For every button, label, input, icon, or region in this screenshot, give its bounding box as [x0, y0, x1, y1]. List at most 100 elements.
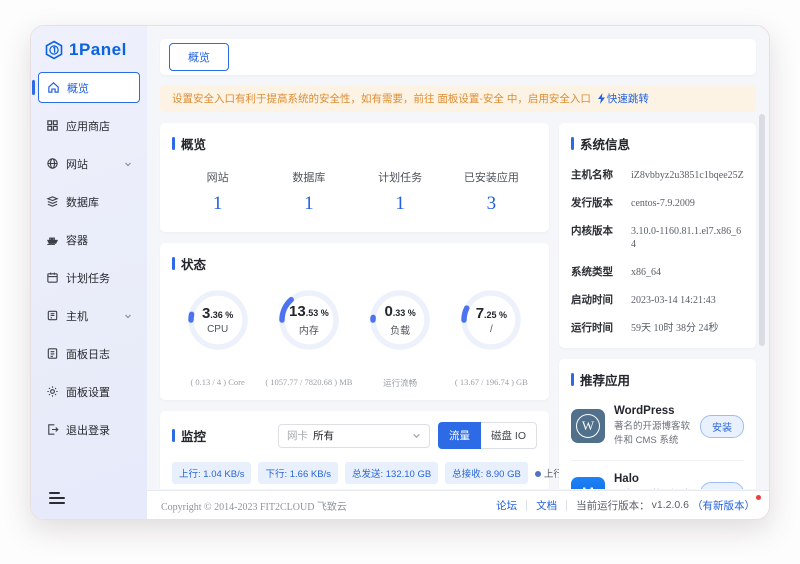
disk-label: / — [490, 324, 493, 335]
stat-value-link[interactable]: 1 — [172, 193, 263, 215]
home-icon — [47, 81, 60, 94]
halo-logo-icon: H — [571, 477, 605, 489]
status-card-title: 状态 — [172, 254, 537, 273]
traffic-tab-button[interactable]: 流量 — [438, 422, 481, 449]
download-rate-chip: 下行: 1.66 KB/s — [258, 462, 337, 484]
cpu-label: CPU — [207, 324, 228, 335]
sidebar-item-database[interactable]: 数据库 — [38, 186, 140, 217]
sidebar-item-logout[interactable]: 退出登录 — [38, 414, 140, 445]
logs-icon — [46, 347, 59, 360]
install-wordpress-button[interactable]: 安装 — [700, 415, 744, 438]
chevron-down-icon — [124, 312, 132, 320]
1panel-logo-icon — [44, 40, 64, 60]
brand-logo: 1Panel — [38, 36, 140, 72]
gear-icon — [46, 385, 59, 398]
globe-icon — [46, 157, 59, 170]
status-gauges: 3.36 % CPU ( 0.13 / 4 ) Core — [172, 287, 537, 389]
copyright-text: Copyright © 2014-2023 FIT2CLOUD 飞致云 — [161, 498, 347, 513]
system-info-title: 系统信息 — [571, 134, 744, 153]
stat-value-link[interactable]: 1 — [355, 193, 446, 215]
sysinfo-boot-time: 启动时间2023-03-14 14:21:43 — [571, 292, 744, 307]
disk-caption: ( 13.67 / 196.74 ) GB — [446, 377, 537, 387]
brand-name: 1Panel — [69, 40, 127, 60]
monitor-card-title: 监控 — [172, 426, 206, 445]
total-received-chip: 总接收: 8.90 GB — [445, 462, 528, 484]
disk-io-tab-button[interactable]: 磁盘 IO — [481, 422, 537, 449]
sidebar-item-website[interactable]: 网站 — [38, 148, 140, 179]
wordpress-logo-icon: W — [571, 409, 605, 443]
version-number: v1.2.0.6 — [652, 499, 689, 511]
active-indicator — [32, 80, 35, 95]
main-area: 概览 设置安全入口有利于提高系统的安全性，如有需要，前往 面板设置-安全 中，启… — [147, 26, 769, 519]
appstore-icon — [46, 119, 59, 132]
load-caption: 运行流畅 — [355, 377, 446, 389]
upload-rate-chip: 上行: 1.04 KB/s — [172, 462, 251, 484]
sidebar-item-label: 面板设置 — [66, 384, 110, 400]
tab-overview[interactable]: 概览 — [169, 43, 229, 71]
sidebar-item-label: 计划任务 — [66, 270, 110, 286]
sidebar-item-label: 概览 — [67, 80, 89, 96]
sidebar-item-panel-logs[interactable]: 面板日志 — [38, 338, 140, 369]
sidebar-item-label: 退出登录 — [66, 422, 110, 438]
gauge-disk-root: 7.25 % / ( 13.67 / 196.74 ) GB — [446, 287, 537, 389]
sidebar-item-cronjob[interactable]: 计划任务 — [38, 262, 140, 293]
right-column: 系统信息 主机名称iZ8vbbyz2u3851c1bqee25Z 发行版本cen… — [559, 123, 756, 489]
system-info-card: 系统信息 主机名称iZ8vbbyz2u3851c1bqee25Z 发行版本cen… — [559, 123, 756, 348]
forum-link[interactable]: 论坛 — [487, 498, 526, 513]
version-label: 当前运行版本： — [567, 498, 652, 513]
stat-value-link[interactable]: 3 — [446, 193, 537, 215]
recommended-apps-title: 推荐应用 — [571, 370, 744, 389]
gauge-cpu: 3.36 % CPU ( 0.13 / 4 ) Core — [172, 287, 263, 389]
memory-percent: 13.53 % — [289, 304, 329, 319]
sidebar-item-host[interactable]: 主机 — [38, 300, 140, 331]
docs-link[interactable]: 文档 — [527, 498, 566, 513]
stat-cronjobs: 计划任务 1 — [355, 169, 446, 215]
overview-stats: 网站 1 数据库 1 计划任务 1 — [172, 169, 537, 221]
desktop-background: 1Panel 概览 应用商店 网站 数据库 容器 计划任务 — [0, 0, 800, 564]
logout-icon — [46, 423, 59, 436]
stat-databases: 数据库 1 — [263, 169, 354, 215]
cpu-caption: ( 0.13 / 4 ) Core — [172, 377, 263, 387]
load-label: 负载 — [390, 322, 410, 337]
memory-caption: ( 1057.77 / 7820.68 ) MB — [263, 377, 354, 387]
total-sent-chip: 总发送: 132.10 GB — [345, 462, 438, 484]
sidebar: 1Panel 概览 应用商店 网站 数据库 容器 计划任务 — [31, 26, 147, 519]
chevron-down-icon — [124, 160, 132, 168]
host-icon — [46, 309, 59, 322]
new-version-link[interactable]: （有新版本） — [692, 498, 755, 513]
gauge-memory: 13.53 % 内存 ( 1057.77 / 7820.68 ) MB — [263, 287, 354, 389]
stat-value-link[interactable]: 1 — [263, 193, 354, 215]
network-card-select[interactable]: 网卡 所有 — [278, 424, 430, 448]
install-halo-button[interactable]: 安装 — [700, 482, 744, 489]
app-name: WordPress — [614, 405, 691, 417]
sidebar-item-overview[interactable]: 概览 — [38, 72, 140, 103]
footer: Copyright © 2014-2023 FIT2CLOUD 飞致云 论坛 文… — [147, 490, 769, 519]
overview-card-title: 概览 — [172, 134, 537, 153]
quick-jump-link[interactable]: 快速跳转 — [597, 91, 649, 106]
cpu-percent: 3.36 % — [202, 306, 233, 321]
app-description: 强大易用的开源建站工具 — [614, 488, 691, 489]
collapse-sidebar-icon[interactable] — [49, 489, 65, 507]
app-row-halo: H Halo 强大易用的开源建站工具 安装 — [571, 461, 744, 489]
lightning-icon — [597, 93, 606, 104]
disk-percent: 7.25 % — [476, 306, 507, 321]
sidebar-item-label: 主机 — [66, 308, 88, 324]
recommended-apps-card: 推荐应用 W WordPress 著名的开源博客软件和 CMS 系统 安装 H — [559, 359, 756, 489]
container-ship-icon — [46, 233, 59, 246]
left-column: 概览 网站 1 数据库 1 计划任务 — [160, 123, 549, 489]
app-window: 1Panel 概览 应用商店 网站 数据库 容器 计划任务 — [30, 25, 770, 520]
sidebar-item-label: 面板日志 — [66, 346, 110, 362]
sysinfo-release: 发行版本centos-7.9.2009 — [571, 195, 744, 210]
sidebar-item-panel-settings[interactable]: 面板设置 — [38, 376, 140, 407]
sysinfo-uptime: 运行时间59天 10时 38分 24秒 — [571, 320, 744, 335]
sidebar-item-label: 数据库 — [66, 194, 99, 210]
banner-text: 设置安全入口有利于提高系统的安全性，如有需要，前往 面板设置-安全 中，启用安全… — [172, 91, 591, 106]
sysinfo-arch: 系统类型x86_64 — [571, 264, 744, 279]
main-content: 概览 设置安全入口有利于提高系统的安全性，如有需要，前往 面板设置-安全 中，启… — [147, 26, 769, 489]
sidebar-item-container[interactable]: 容器 — [38, 224, 140, 255]
monitor-card: 监控 网卡 所有 流量 磁盘 IO — [160, 411, 549, 489]
sysinfo-kernel: 内核版本3.10.0-1160.81.1.el7.x86_64 — [571, 223, 744, 251]
stat-websites: 网站 1 — [172, 169, 263, 215]
sidebar-item-appstore[interactable]: 应用商店 — [38, 110, 140, 141]
vertical-scrollbar[interactable] — [759, 114, 765, 346]
